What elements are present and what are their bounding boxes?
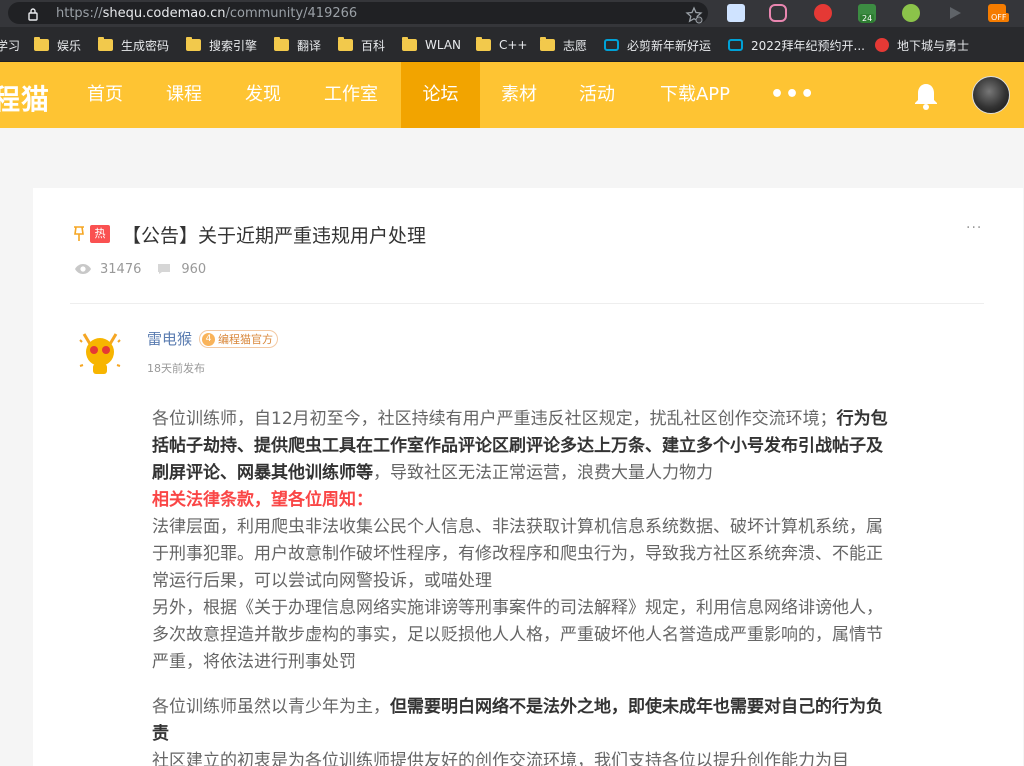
extension-lime-icon[interactable]	[902, 4, 920, 22]
post-content: 各位训练师，自12月初至今，社区持续有用户严重违反社区规定，扰乱社区创作交流环境…	[152, 406, 894, 766]
nav-home[interactable]: 首页	[66, 62, 144, 128]
bookmark-item[interactable]: 学习	[0, 36, 20, 54]
nav-studio[interactable]: 工作室	[303, 62, 399, 128]
folder-icon	[98, 37, 113, 51]
extension-play-icon[interactable]	[946, 4, 964, 22]
pin-icon	[74, 226, 84, 241]
bell-icon[interactable]	[914, 82, 938, 110]
comment-icon	[158, 264, 171, 274]
nav-forum[interactable]: 论坛	[401, 62, 480, 128]
bookmark-link[interactable]: 2022拜年纪预约开...	[728, 36, 865, 54]
lock-icon	[28, 8, 38, 21]
bilibili-icon	[604, 39, 619, 51]
bookmark-folder[interactable]: C++	[476, 36, 528, 54]
post-more-icon[interactable]: ···	[966, 220, 982, 236]
nav-more-icon[interactable]: •••	[770, 82, 815, 107]
folder-icon	[338, 37, 353, 51]
bookmark-folder[interactable]: 志愿	[540, 36, 587, 54]
paragraph-1: 各位训练师，自12月初至今，社区持续有用户严重违反社区规定，扰乱社区创作交流环境…	[152, 409, 888, 483]
extension-shield-icon[interactable]: 24	[858, 4, 876, 23]
paragraph-3: 另外，根据《关于办理信息网络实施诽谤等刑事案件的司法解释》规定，利用信息网络诽谤…	[152, 598, 883, 672]
post-title-row: 热 【公告】关于近期严重违规用户处理	[72, 222, 427, 247]
bookmark-folder[interactable]: 娱乐	[34, 36, 81, 54]
extension-off-icon[interactable]: OFF	[988, 4, 1009, 22]
nav-courses[interactable]: 课程	[145, 62, 223, 128]
site-logo[interactable]: 程猫	[0, 78, 50, 118]
folder-icon	[186, 37, 201, 51]
official-badge: 4 编程猫官方	[199, 330, 278, 348]
paragraph-4: 各位训练师虽然以青少年为主，但需要明白网络不是法外之地，即使未成年也需要对自己的…	[152, 697, 883, 744]
extension-cat-icon[interactable]	[769, 4, 787, 22]
comment-count: 960	[181, 261, 207, 277]
bookmark-link[interactable]: 地下城与勇士	[875, 36, 969, 54]
url-text[interactable]: https://shequ.codemao.cn/community/41926…	[56, 6, 357, 21]
folder-icon	[540, 37, 555, 51]
bookmarks-bar: 学习 娱乐 生成密码 搜索引擎 翻译 百科 WLAN C++ 志愿 必剪新年新好…	[0, 27, 1024, 62]
folder-icon	[476, 37, 491, 51]
law-heading: 相关法律条款，望各位周知：	[152, 490, 373, 510]
bookmark-folder[interactable]: 翻译	[274, 36, 321, 54]
paragraph-5: 社区建立的初衷是为各位训练师提供友好的创作交流环境，我们支持各位以提升创作能力为…	[152, 751, 849, 766]
folder-icon	[34, 37, 49, 51]
nav-materials[interactable]: 素材	[480, 62, 558, 128]
post-title: 【公告】关于近期严重违规用户处理	[122, 224, 427, 247]
post-stats: 31476 960	[74, 260, 206, 278]
user-avatar[interactable]	[972, 76, 1010, 114]
bilibili-icon	[728, 39, 743, 51]
nav-activities[interactable]: 活动	[558, 62, 636, 128]
hot-badge: 热	[90, 225, 110, 243]
url-box[interactable]: https://shequ.codemao.cn/community/41926…	[8, 2, 708, 24]
nav-download-app[interactable]: 下载APP	[644, 62, 746, 128]
extension-video-icon[interactable]	[814, 4, 832, 22]
site-nav: 程猫 首页 课程 发现 工作室 论坛 素材 活动 下载APP •••	[0, 62, 1024, 128]
bookmark-folder[interactable]: 百科	[338, 36, 385, 54]
divider	[70, 303, 984, 304]
bookmark-folder[interactable]: 搜索引擎	[186, 36, 257, 54]
author-avatar[interactable]	[74, 326, 126, 378]
browser-address-bar: https://shequ.codemao.cn/community/41926…	[0, 0, 1024, 27]
game-icon	[875, 38, 889, 52]
eye-icon	[75, 264, 91, 274]
folder-icon	[402, 37, 417, 51]
bookmark-folder[interactable]: 生成密码	[98, 36, 169, 54]
level-icon: 4	[202, 332, 215, 346]
paragraph-2: 法律层面，利用爬虫非法收集公民个人信息、非法获取计算机信息系统数据、破坏计算机系…	[152, 517, 883, 591]
bookmark-star-icon[interactable]	[685, 6, 703, 24]
author-name[interactable]: 雷电猴	[147, 328, 192, 349]
post-time: 18天前发布	[147, 362, 205, 375]
official-label: 编程猫官方	[218, 333, 273, 346]
bookmark-link[interactable]: 必剪新年新好运	[604, 36, 711, 54]
view-count: 31476	[100, 261, 142, 277]
bookmark-folder[interactable]: WLAN	[402, 36, 461, 54]
nav-discover[interactable]: 发现	[224, 62, 302, 128]
extension-bird-icon[interactable]	[727, 4, 745, 22]
folder-icon	[274, 37, 289, 51]
